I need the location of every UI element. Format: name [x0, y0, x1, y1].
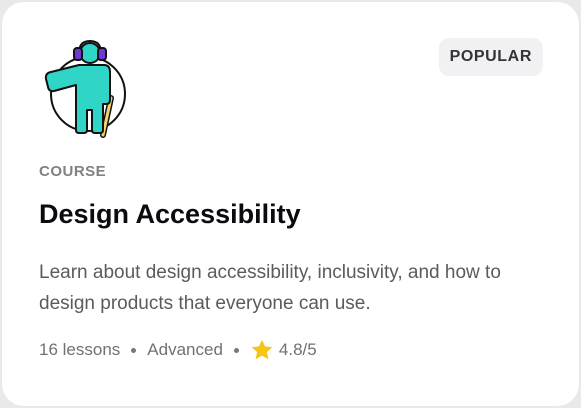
accessibility-person-icon [44, 39, 126, 138]
course-category-label: COURSE [39, 163, 107, 180]
separator-dot [233, 347, 239, 353]
course-description: Learn about design accessibility, inclus… [39, 262, 501, 314]
course-level: Advanced [147, 340, 223, 359]
star-icon [251, 339, 273, 360]
lessons-count: 16 lessons [39, 340, 121, 359]
course-title[interactable]: Design Accessibility [39, 197, 301, 231]
course-rating: 4.8/5 [278, 340, 317, 359]
course-meta: 16 lessons Advanced 4.8/5 [39, 338, 317, 362]
course-card[interactable]: POPULAR COURSE Design Accessibility Lear… [2, 2, 579, 406]
separator-dot [131, 347, 137, 353]
popular-badge: POPULAR [438, 38, 543, 76]
